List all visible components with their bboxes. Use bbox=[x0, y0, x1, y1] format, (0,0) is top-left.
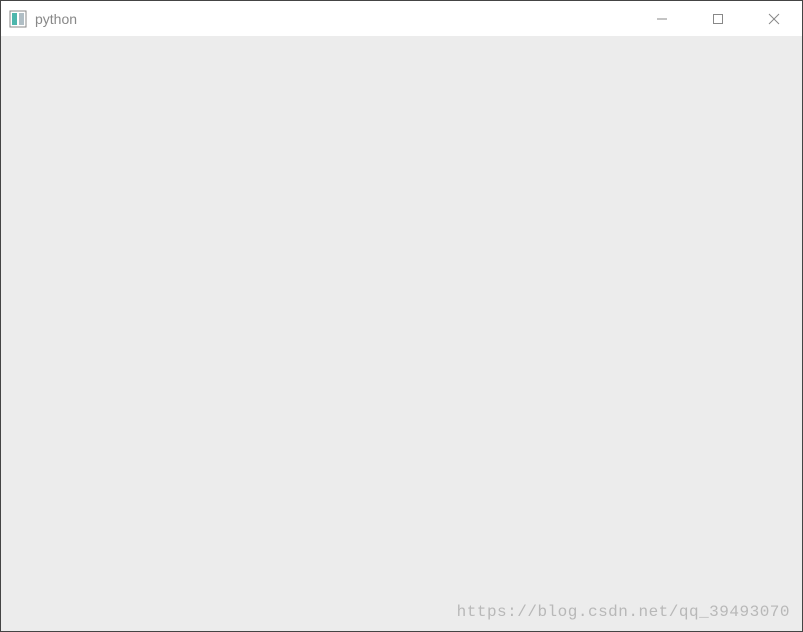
app-icon bbox=[9, 10, 27, 28]
client-area: https://blog.csdn.net/qq_39493070 bbox=[1, 36, 802, 631]
watermark-text: https://blog.csdn.net/qq_39493070 bbox=[457, 603, 790, 621]
minimize-button[interactable] bbox=[634, 1, 690, 36]
minimize-icon bbox=[656, 13, 668, 25]
close-icon bbox=[768, 13, 780, 25]
application-window: python https://blog.csdn.net/qq_394 bbox=[0, 0, 803, 632]
window-controls bbox=[634, 1, 802, 36]
maximize-icon bbox=[712, 13, 724, 25]
window-title: python bbox=[35, 11, 77, 27]
maximize-button[interactable] bbox=[690, 1, 746, 36]
close-button[interactable] bbox=[746, 1, 802, 36]
titlebar[interactable]: python bbox=[1, 1, 802, 36]
